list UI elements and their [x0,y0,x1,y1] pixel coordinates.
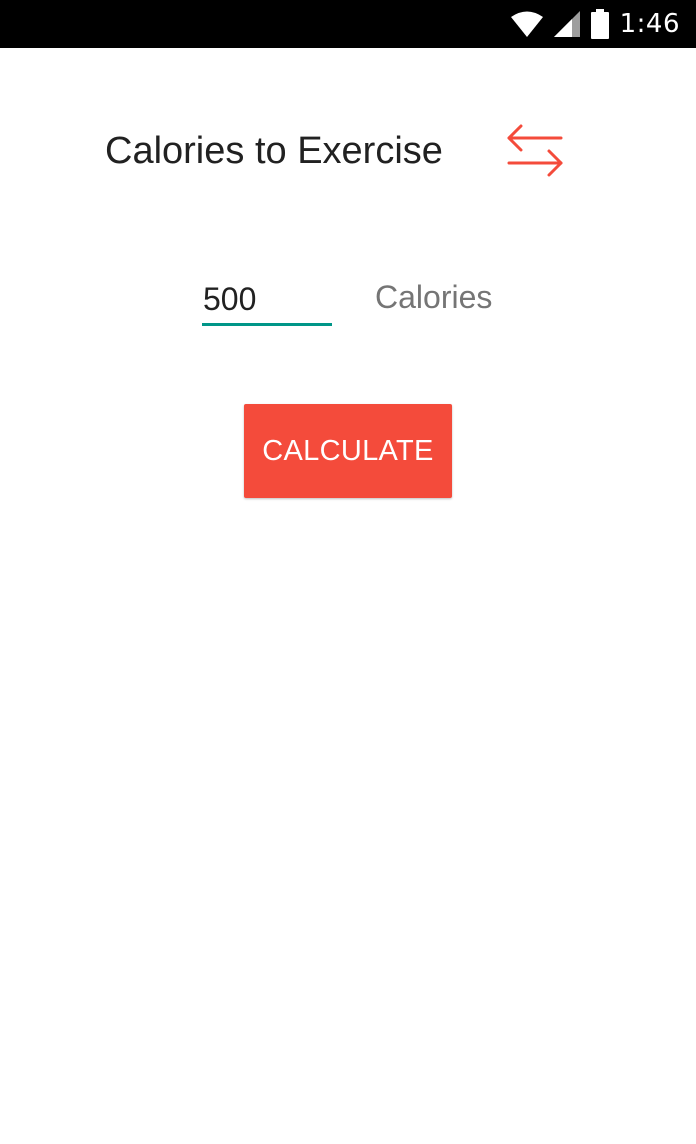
calculate-button[interactable]: CALCULATE [244,404,452,498]
status-bar: 1:46 [0,0,696,48]
cell-signal-icon [553,10,580,38]
status-time: 1:46 [619,9,680,39]
app-screen: 1:46 Calories to Exercise Calories CALCU… [0,0,696,1144]
page-title: Calories to Exercise [105,130,443,172]
status-icons: 1:46 [510,0,680,48]
wifi-icon [510,10,544,38]
swap-arrows-icon[interactable] [505,123,565,179]
calories-input[interactable] [202,276,332,326]
battery-icon [590,9,610,39]
unit-label: Calories [375,279,493,315]
